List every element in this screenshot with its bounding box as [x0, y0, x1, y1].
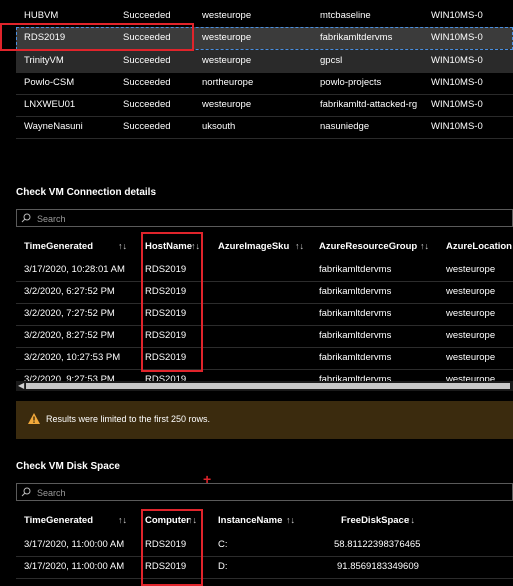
column-header-azureimagesku[interactable]: AzureImageSku	[218, 241, 289, 252]
cell-loc: westeurope	[446, 286, 496, 297]
table-row[interactable]: 3/2/2020, 7:27:52 PM RDS2019 fabrikamltd…	[16, 303, 513, 326]
column-header-freediskspace[interactable]: FreeDiskSpace	[341, 515, 409, 526]
cell-time: 3/17/2020, 11:00:00 AM	[24, 539, 125, 550]
warning-text: Results were limited to the first 250 ro…	[46, 414, 211, 424]
scroll-thumb[interactable]	[26, 383, 510, 389]
connection-search-input[interactable]	[35, 211, 499, 227]
cell-rg: fabrikamltdervms	[319, 330, 392, 341]
table-row[interactable]: 3/17/2020, 11:00:00 AM RDS2019 D: 91.856…	[16, 556, 513, 579]
column-header-instancename[interactable]: InstanceName	[218, 515, 282, 526]
vm-os: WIN10MS-0	[431, 99, 483, 110]
vm-region: westeurope	[202, 55, 252, 66]
warning-icon	[28, 413, 40, 424]
cell-loc: westeurope	[446, 264, 496, 275]
cell-rg: fabrikamltdervms	[319, 264, 392, 275]
vm-region: uksouth	[202, 121, 236, 132]
connection-search-box[interactable]	[16, 209, 513, 227]
sort-icon[interactable]: ↑↓	[118, 241, 127, 251]
scroll-left-arrow-icon[interactable]: ◀	[18, 382, 24, 390]
cell-time: 3/2/2020, 10:27:53 PM	[24, 352, 121, 363]
sort-icon[interactable]: ↑↓	[406, 515, 415, 525]
vm-region: westeurope	[202, 32, 252, 43]
cell-time: 3/17/2020, 10:28:01 AM	[24, 264, 125, 275]
column-header-azureresourcegroup[interactable]: AzureResourceGroup	[319, 241, 417, 252]
section-title-disk: Check VM Disk Space	[16, 461, 120, 472]
vm-region: westeurope	[202, 10, 252, 21]
cell-loc: westeurope	[446, 352, 496, 363]
table-row[interactable]: 3/17/2020, 10:28:01 AM RDS2019 fabrikaml…	[16, 259, 513, 282]
cell-time: 3/2/2020, 6:27:52 PM	[24, 286, 115, 297]
cell-time: 3/2/2020, 8:27:52 PM	[24, 330, 115, 341]
vm-os: WIN10MS-0	[431, 10, 483, 21]
vm-name: TrinityVM	[24, 55, 64, 66]
cell-free: 58.8112239837646​5	[334, 539, 421, 550]
cell-instance: C:	[218, 539, 228, 550]
vm-status: Succeeded	[123, 77, 171, 88]
vm-status: Succeeded	[123, 121, 171, 132]
table-row[interactable]: LNXWEU01 Succeeded westeurope fabrikamlt…	[16, 94, 513, 117]
sort-icon[interactable]: ↑↓	[286, 515, 295, 525]
cell-loc: westeurope	[446, 374, 496, 381]
section-title-connection: Check VM Connection details	[16, 187, 157, 198]
horizontal-scrollbar[interactable]: ◀	[16, 381, 513, 391]
cell-time: 3/2/2020, 7:27:52 PM	[24, 308, 115, 319]
table-row[interactable]: 3/2/2020, 8:27:52 PM RDS2019 fabrikamltd…	[16, 325, 513, 348]
cell-rg: fabrikamltdervms	[319, 286, 392, 297]
vm-name: LNXWEU01	[24, 99, 76, 110]
table-row[interactable]: Powlo-CSM Succeeded northeurope powlo-pr…	[16, 72, 513, 95]
cell-free: 91.8569183349609	[337, 561, 419, 572]
cell-time: 3/2/2020, 9:27:53 PM	[24, 374, 115, 381]
cell-loc: westeurope	[446, 330, 496, 341]
table-row[interactable]: TrinityVM Succeeded westeurope gpcsl WIN…	[16, 50, 513, 73]
column-header-azurelocation[interactable]: AzureLocation	[446, 241, 512, 252]
sort-icon[interactable]: ↑↓	[295, 241, 304, 251]
highlight-box-hostname	[141, 232, 203, 372]
sort-icon[interactable]: ↑↓	[420, 241, 429, 251]
cell-instance: D:	[218, 561, 228, 572]
vm-os: WIN10MS-0	[431, 32, 483, 43]
search-icon	[21, 213, 31, 223]
table-row[interactable]: WayneNasuni Succeeded uksouth nasuniedge…	[16, 116, 513, 139]
cell-rg: fabrikamltdervms	[319, 352, 392, 363]
cell-loc: westeurope	[446, 308, 496, 319]
cell-time: 3/17/2020, 11:00:00 AM	[24, 561, 125, 572]
vm-name: WayneNasuni	[24, 121, 83, 132]
disk-search-input[interactable]	[35, 485, 499, 501]
table-row[interactable]: 3/2/2020, 6:27:52 PM RDS2019 fabrikamltd…	[16, 281, 513, 304]
vm-status: Succeeded	[123, 55, 171, 66]
disk-search-box[interactable]	[16, 483, 513, 501]
table-row[interactable]: 3/2/2020, 9:27:53 PM RDS2019 fabrikamltd…	[16, 369, 513, 381]
sort-icon[interactable]: ↑↓	[118, 515, 127, 525]
vm-region: westeurope	[202, 99, 252, 110]
search-icon	[21, 487, 31, 497]
cell-rg: fabrikamltdervms	[319, 374, 392, 381]
vm-os: WIN10MS-0	[431, 55, 483, 66]
column-header-timegenerated[interactable]: TimeGenerated	[24, 241, 93, 252]
vm-name: Powlo-CSM	[24, 77, 75, 88]
vm-os: WIN10MS-0	[431, 77, 483, 88]
table-row[interactable]: 3/17/2020, 11:00:00 AM RDS2019 C: 58.811…	[16, 534, 513, 557]
vm-status: Succeeded	[123, 99, 171, 110]
highlight-box	[0, 23, 194, 51]
column-header-timegenerated[interactable]: TimeGenerated	[24, 515, 93, 526]
cell-rg: fabrikamltdervms	[319, 308, 392, 319]
table-row[interactable]: 3/2/2020, 10:27:53 PM RDS2019 fabrikamlt…	[16, 347, 513, 370]
results-limited-banner: Results were limited to the first 250 ro…	[16, 401, 513, 439]
highlight-box-computer	[141, 509, 203, 586]
vm-os: WIN10MS-0	[431, 121, 483, 132]
vm-region: northeurope	[202, 77, 254, 88]
